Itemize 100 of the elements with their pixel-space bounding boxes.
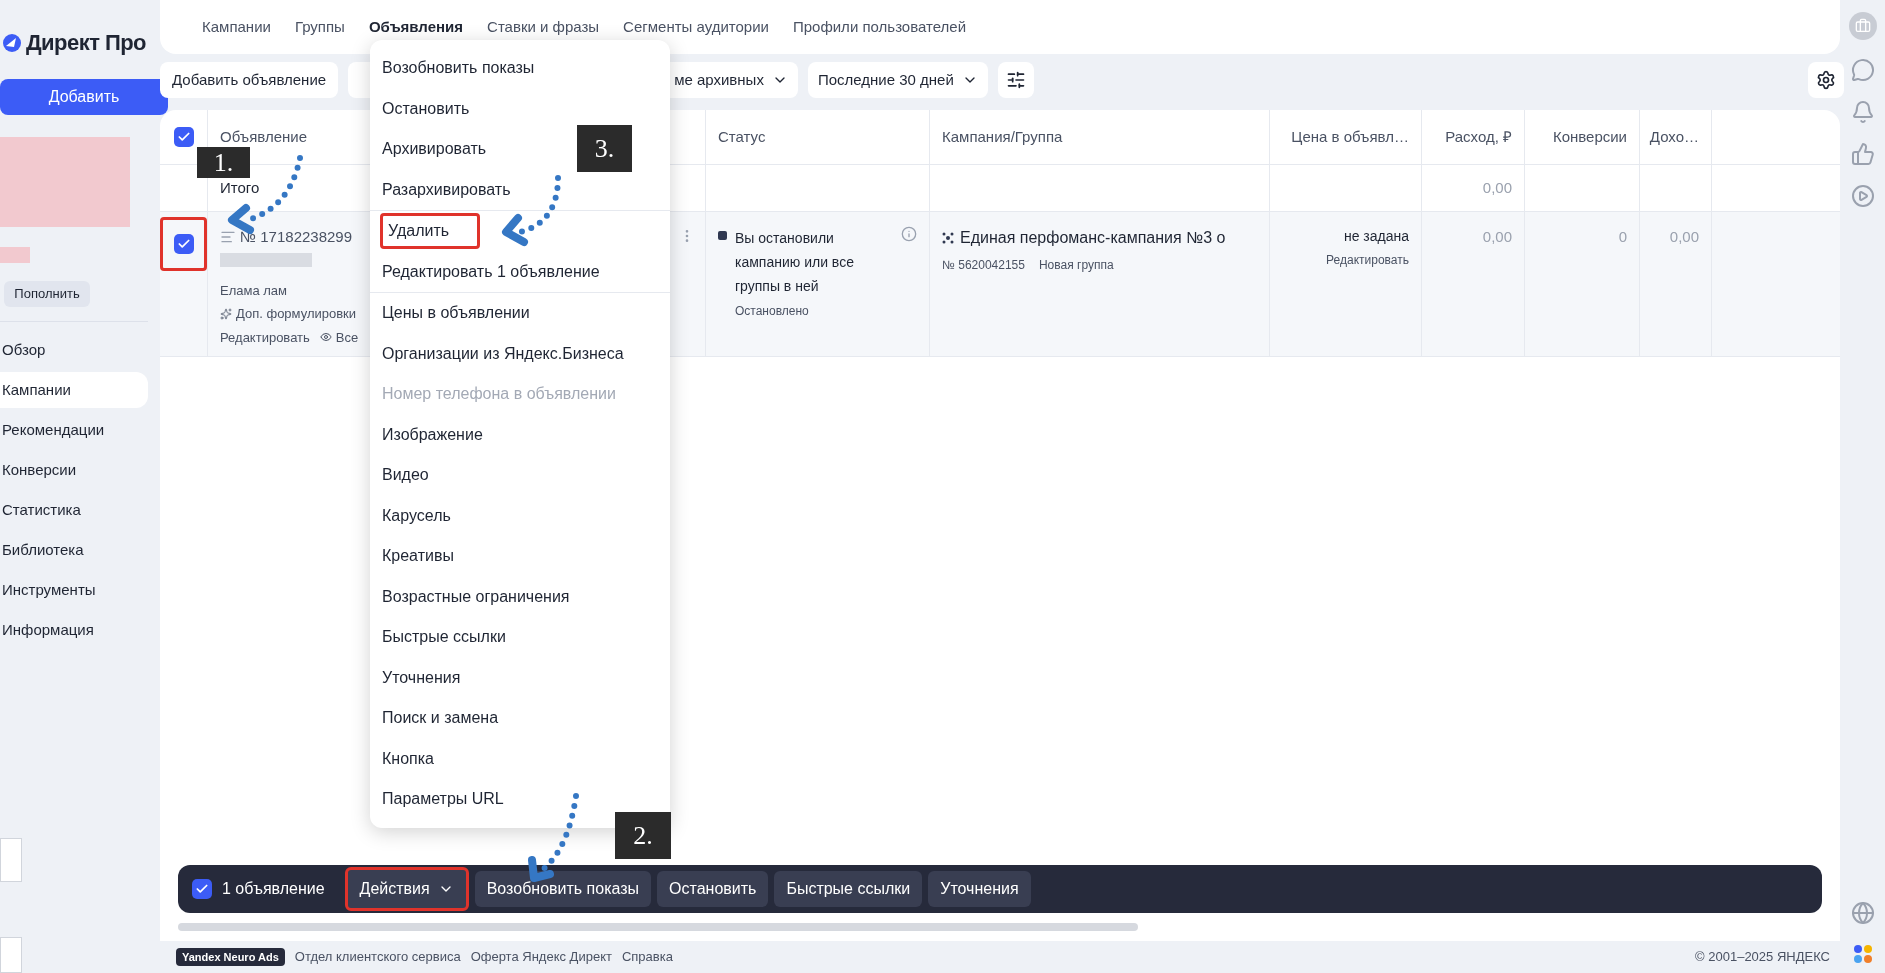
footer-link[interactable]: Оферта Яндекс Директ — [470, 947, 612, 967]
sidebar-item[interactable]: Обзор — [0, 332, 160, 368]
checkbox[interactable] — [173, 127, 194, 147]
logo-text: Директ Про — [26, 29, 146, 57]
table-cell-text: 0,00 — [1482, 177, 1512, 198]
globe-icon[interactable] — [1850, 901, 1875, 925]
column-header: Кампания/Группа — [942, 126, 1063, 147]
sidebar-item[interactable]: Конверсии — [0, 452, 160, 488]
bulk-action-button[interactable]: Уточнения — [928, 871, 1031, 907]
status-text: Вы остановили кампанию или все группы в ней — [735, 229, 855, 296]
group-link[interactable]: Новая группа — [1038, 256, 1114, 274]
menu-item[interactable]: Параметры URL — [380, 787, 506, 812]
table-cell-text: 0 — [1618, 227, 1627, 247]
table-cell-text: 0,00 — [1482, 227, 1512, 247]
column-header: Конверсии — [1552, 126, 1627, 147]
menu-item[interactable]: Креативы — [380, 544, 456, 569]
settings-icon — [1816, 70, 1836, 90]
thumbs-up-icon[interactable] — [1850, 142, 1875, 166]
menu-item[interactable]: Архивировать — [380, 137, 489, 162]
check-icon — [176, 237, 191, 251]
redacted-block — [0, 247, 30, 263]
group-number: № 5620042155 — [942, 257, 1025, 274]
sliders-icon — [1005, 70, 1026, 90]
sidebar-item[interactable]: Статистика — [0, 492, 160, 528]
view-link[interactable]: Все — [335, 327, 359, 347]
nav-tab[interactable]: Кампании — [202, 15, 271, 39]
top-up-button[interactable]: Пополнить — [4, 281, 90, 307]
apps-drawing[interactable] — [1851, 943, 1874, 965]
thumbnail-placeholder — [0, 937, 22, 973]
settings-button[interactable] — [1808, 62, 1844, 98]
sidebar-item[interactable]: Инструменты — [0, 572, 160, 608]
add-button[interactable]: Добавить — [0, 79, 168, 115]
price-edit-link[interactable]: Редактировать — [1326, 251, 1409, 269]
sparkle-icon — [220, 307, 232, 320]
horizontal-scrollbar[interactable] — [178, 923, 1138, 931]
nav-tab[interactable]: Профили пользователей — [792, 15, 966, 39]
chat-icon[interactable] — [1850, 58, 1875, 82]
campaign-icon — [942, 232, 954, 244]
nav-tab[interactable]: Сегменты аудитории — [623, 15, 769, 39]
menu-item[interactable]: Редактировать 1 объявление — [380, 259, 602, 284]
menu-item[interactable]: Удалить — [380, 213, 481, 250]
nav-tab[interactable]: Ставки и фразы — [487, 15, 600, 39]
bell-icon[interactable] — [1850, 100, 1875, 124]
logo-icon — [2, 32, 22, 53]
column-header: Дохо… — [1649, 126, 1699, 147]
column-header: Расход, ₽ — [1445, 126, 1512, 147]
menu-item[interactable]: Карусель — [380, 503, 453, 528]
filter-settings-button[interactable] — [997, 62, 1034, 98]
status-label: Остановлено — [735, 303, 810, 320]
menu-item[interactable]: Разархивировать — [380, 177, 513, 202]
menu-item[interactable]: Поиск и замена — [380, 706, 501, 731]
price-value: не задана — [1343, 227, 1409, 246]
step-number-label: 3. — [577, 125, 632, 172]
menu-item[interactable]: Уточнения — [380, 665, 463, 690]
ad-number: № 17182238299 — [240, 227, 353, 247]
checkbox[interactable] — [192, 879, 212, 899]
avatar-icon[interactable] — [1848, 12, 1877, 40]
neuro-ads-badge[interactable]: Yandex Neuro Ads — [176, 947, 285, 967]
briefcase-icon — [1854, 18, 1871, 34]
eye-icon — [319, 331, 332, 344]
bulk-action-button[interactable]: Возобновить показы — [474, 871, 652, 907]
check-icon — [176, 130, 191, 144]
sidebar-item[interactable]: Рекомендации — [0, 412, 160, 448]
nav-tab[interactable]: Группы — [294, 15, 345, 39]
copyright-text: © 2001–2025 ЯНДЕКС — [1695, 948, 1831, 967]
info-icon[interactable] — [901, 226, 917, 242]
menu-item[interactable]: Возобновить показы — [380, 56, 537, 81]
totals-label: Итого — [220, 177, 260, 198]
menu-item[interactable]: Кнопка — [380, 746, 436, 771]
menu-item[interactable]: Остановить — [380, 96, 472, 121]
nav-tab[interactable]: Объявления — [368, 15, 464, 39]
bulk-action-button[interactable]: Быстрые ссылки — [774, 871, 923, 907]
ad-title: Елама лам — [220, 281, 289, 300]
menu-item[interactable]: Изображение — [380, 422, 485, 447]
step-number-label: 1. — [197, 147, 250, 178]
campaign-link[interactable]: Единая перфоманс-кампания №3 о — [960, 226, 1226, 250]
check-icon — [195, 882, 209, 896]
play-icon[interactable] — [1850, 184, 1875, 208]
thumbnail-placeholder — [0, 838, 22, 882]
table-cell-text: 0,00 — [1669, 227, 1699, 247]
menu-item[interactable]: Организации из Яндекс.Бизнеса — [380, 341, 626, 366]
footer-link[interactable]: Справка — [621, 947, 673, 967]
menu-item[interactable]: Цены в объявлении — [380, 301, 532, 326]
checkbox[interactable] — [173, 234, 194, 254]
menu-item[interactable]: Видео — [380, 463, 431, 488]
step-number-label: 2. — [615, 812, 671, 859]
selection-count: 1 объявление — [222, 879, 325, 899]
sidebar-item[interactable]: Библиотека — [0, 532, 160, 568]
add-ad-button[interactable]: Добавить объявление — [160, 62, 339, 98]
sidebar-item[interactable]: Кампании — [0, 372, 148, 408]
menu-item[interactable]: Быстрые ссылки — [380, 625, 508, 650]
extra-phrasings-link[interactable]: Доп. формулировки — [236, 304, 357, 324]
actions-dropdown-button[interactable]: Действия — [344, 867, 469, 911]
bulk-action-button[interactable]: Остановить — [657, 871, 769, 907]
footer-link[interactable]: Отдел клиентского сервиса — [294, 947, 461, 967]
menu-item[interactable]: Возрастные ограничения — [380, 584, 572, 609]
column-header: Объявление — [220, 126, 307, 147]
edit-link[interactable]: Редактировать — [220, 327, 310, 347]
sidebar-item[interactable]: Информация — [0, 612, 160, 648]
period-dropdown[interactable]: Последние 30 дней — [807, 62, 988, 98]
